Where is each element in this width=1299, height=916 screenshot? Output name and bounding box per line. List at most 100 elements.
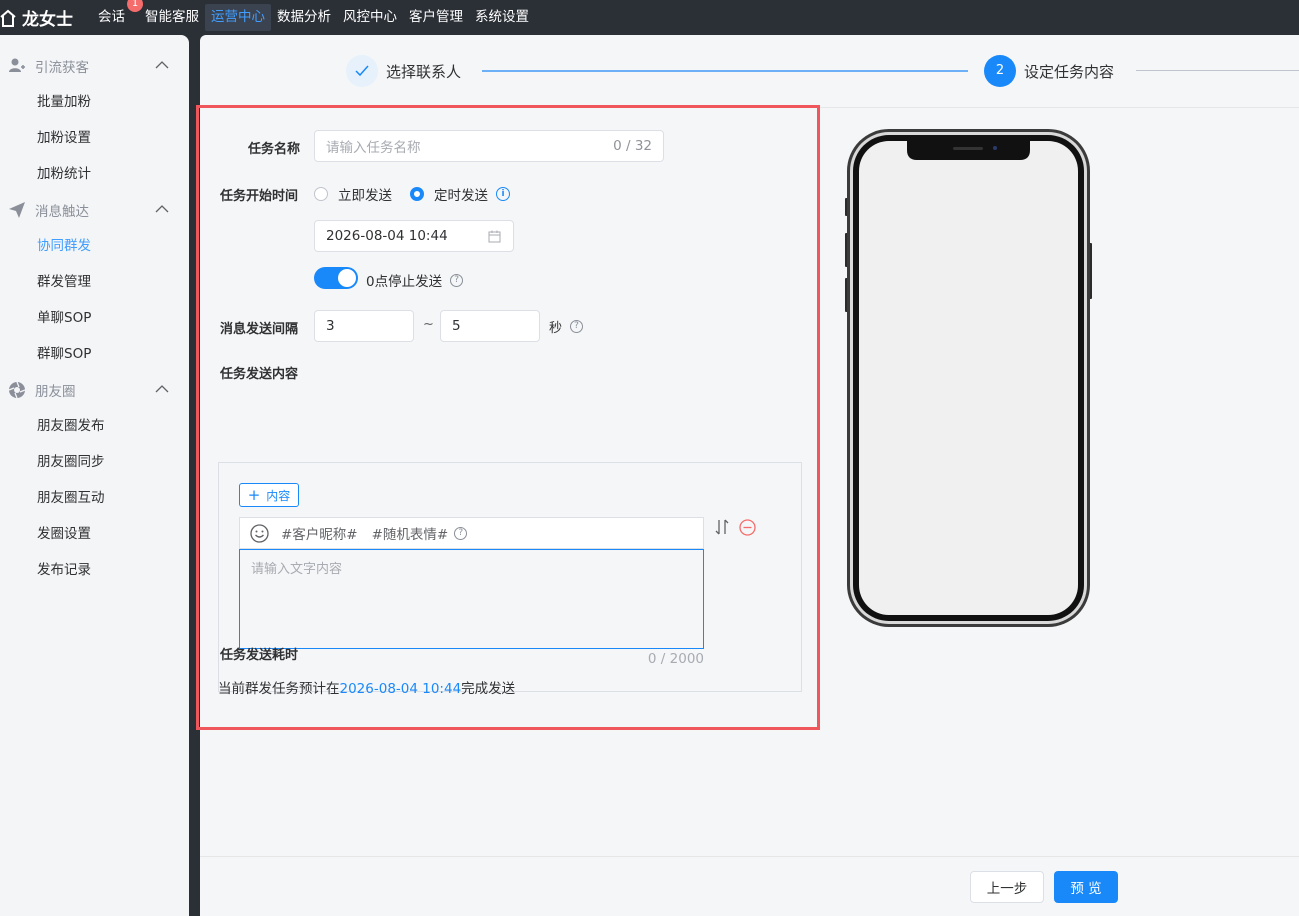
content-toolbar: #客户昵称# #随机表情# ? <box>239 517 704 549</box>
interval-separator: ~ <box>423 317 434 332</box>
sidebar-group-lead-gen[interactable]: 引流获客 <box>0 48 189 84</box>
send-icon <box>8 201 26 219</box>
radio-label: 立即发送 <box>338 188 392 204</box>
plus-icon: + <box>247 485 261 504</box>
nav-item-label: 会话 <box>98 9 125 25</box>
add-content-button[interactable]: + 内容 <box>239 483 299 507</box>
sidebar-item-collab-broadcast[interactable]: 协同群发 <box>0 228 189 264</box>
nav-item-smart-service[interactable]: 智能客服 <box>139 4 205 31</box>
prev-step-button[interactable]: 上一步 <box>970 871 1044 903</box>
midnight-stop-switch[interactable] <box>314 267 358 289</box>
step-indicator: 选择联系人 2 设定任务内容 <box>200 35 1299 108</box>
sidebar-item-moments-sync[interactable]: 朋友圈同步 <box>0 444 189 480</box>
sidebar-item-bulk-add[interactable]: 批量加粉 <box>0 84 189 120</box>
task-name-placeholder: 请输入任务名称 <box>326 140 421 156</box>
midnight-stop-text: 0点停止发送 ? <box>366 270 464 290</box>
nav-item-label: 风控中心 <box>343 9 397 25</box>
step-1-done <box>346 55 378 87</box>
estimate-suffix: 完成发送 <box>461 681 516 697</box>
help-icon[interactable]: ? <box>570 320 584 333</box>
nav-item-label: 客户管理 <box>409 9 463 25</box>
aperture-icon <box>8 381 26 399</box>
datetime-picker[interactable]: 2026-08-04 10:44 <box>314 220 514 252</box>
interval-max-input[interactable]: 5 <box>440 310 540 342</box>
estimate-prefix: 当前群发任务预计在 <box>218 681 340 697</box>
task-form: 任务名称 请输入任务名称 0 / 32 任务开始时间 立即发送 定时发送 i 2… <box>196 105 820 730</box>
duration-label: 任务发送耗时 <box>220 648 299 663</box>
info-icon[interactable]: i <box>496 187 510 201</box>
content-editor-area: + 内容 #客户昵称# #随机表情# ? 请输入文字内容 0 / 2000 <box>218 462 802 692</box>
sidebar-item-broadcast-manage[interactable]: 群发管理 <box>0 264 189 300</box>
interval-unit: 秒 ? <box>549 317 584 336</box>
chevron-up-icon <box>155 385 169 393</box>
radio-label: 定时发送 <box>434 188 488 204</box>
content-label: 任务发送内容 <box>220 367 299 382</box>
task-name-input[interactable]: 请输入任务名称 0 / 32 <box>314 130 664 162</box>
sidebar-group-moments[interactable]: 朋友圈 <box>0 372 189 408</box>
interval-label: 消息发送间隔 <box>220 322 299 337</box>
datetime-value: 2026-08-04 10:44 <box>326 228 448 244</box>
interval-min-input[interactable]: 3 <box>314 310 414 342</box>
sidebar: 引流获客 批量加粉 加粉设置 加粉统计 消息触达 协同群发 群发管理 单聊SOP… <box>0 35 189 916</box>
sidebar-group-label: 朋友圈 <box>35 384 76 400</box>
interval-min-value: 3 <box>326 318 335 334</box>
nav-item-label: 数据分析 <box>277 9 331 25</box>
sidebar-item-moments-settings[interactable]: 发圈设置 <box>0 516 189 552</box>
add-content-label: 内容 <box>266 488 291 503</box>
nav-item-risk[interactable]: 风控中心 <box>337 4 403 31</box>
text-content-input[interactable]: 请输入文字内容 <box>239 549 704 649</box>
radio-send-now[interactable]: 立即发送 <box>314 184 392 204</box>
sidebar-item-publish-records[interactable]: 发布记录 <box>0 552 189 588</box>
main-content: 选择联系人 2 设定任务内容 任务名称 请输入任务名称 0 / 32 任务开始时… <box>196 35 1299 916</box>
nav-item-settings[interactable]: 系统设置 <box>469 4 535 31</box>
sidebar-group-label: 消息触达 <box>35 204 89 220</box>
emoji-icon[interactable] <box>250 523 269 543</box>
step-connector <box>1136 70 1299 71</box>
nav-item-chat[interactable]: 会话 1 <box>92 0 143 31</box>
sidebar-item-moments-publish[interactable]: 朋友圈发布 <box>0 408 189 444</box>
nav-item-label: 智能客服 <box>145 9 199 25</box>
chevron-up-icon <box>155 61 169 69</box>
sidebar-group-label: 引流获客 <box>35 60 89 76</box>
calendar-icon <box>488 230 501 243</box>
remove-icon[interactable] <box>739 519 756 536</box>
sidebar-item-moments-interact[interactable]: 朋友圈互动 <box>0 480 189 516</box>
top-nav: 龙女士 会话 1 智能客服 运营中心 数据分析 风控中心 客户管理 系统设置 <box>0 0 1299 35</box>
phone-preview <box>845 129 1092 627</box>
help-icon[interactable]: ? <box>454 526 468 540</box>
nav-item-label: 系统设置 <box>475 9 529 25</box>
estimate-time: 2026-08-04 10:44 <box>339 681 462 697</box>
tag-nickname[interactable]: #客户昵称# <box>281 523 358 543</box>
sidebar-item-add-stats[interactable]: 加粉统计 <box>0 156 189 192</box>
nav-item-analytics[interactable]: 数据分析 <box>271 4 337 31</box>
step-2-number: 2 <box>984 55 1016 87</box>
sidebar-item-group-sop[interactable]: 群聊SOP <box>0 336 189 372</box>
nav-item-operations[interactable]: 运营中心 <box>205 4 271 31</box>
check-icon <box>355 65 369 77</box>
sidebar-group-messaging[interactable]: 消息触达 <box>0 192 189 228</box>
preview-button[interactable]: 预 览 <box>1054 871 1118 903</box>
text-content-placeholder: 请输入文字内容 <box>251 562 343 577</box>
task-name-label: 任务名称 <box>248 142 301 157</box>
interval-max-value: 5 <box>452 318 461 334</box>
brand[interactable]: 龙女士 <box>0 0 92 35</box>
home-icon <box>0 9 16 27</box>
midnight-stop-label: 0点停止发送 <box>366 274 443 290</box>
sort-icon[interactable] <box>715 519 729 535</box>
brand-name: 龙女士 <box>22 10 73 30</box>
step-connector <box>482 70 968 72</box>
nav-item-customers[interactable]: 客户管理 <box>403 4 469 31</box>
user-add-icon <box>8 57 26 75</box>
switch-knob <box>338 269 356 287</box>
step-2-label: 设定任务内容 <box>1024 63 1115 81</box>
sidebar-item-add-settings[interactable]: 加粉设置 <box>0 120 189 156</box>
estimate-text: 当前群发任务预计在2026-08-04 10:44完成发送 <box>218 677 515 697</box>
footer-actions: 上一步 预 览 <box>200 856 1299 916</box>
sidebar-item-single-sop[interactable]: 单聊SOP <box>0 300 189 336</box>
tag-random-emoji[interactable]: #随机表情# <box>372 523 449 543</box>
help-icon[interactable]: ? <box>450 273 464 287</box>
step-1-label: 选择联系人 <box>386 63 462 81</box>
radio-send-scheduled[interactable]: 定时发送 i <box>410 184 510 204</box>
nav-item-label: 运营中心 <box>211 9 265 25</box>
radio-circle <box>314 187 328 201</box>
